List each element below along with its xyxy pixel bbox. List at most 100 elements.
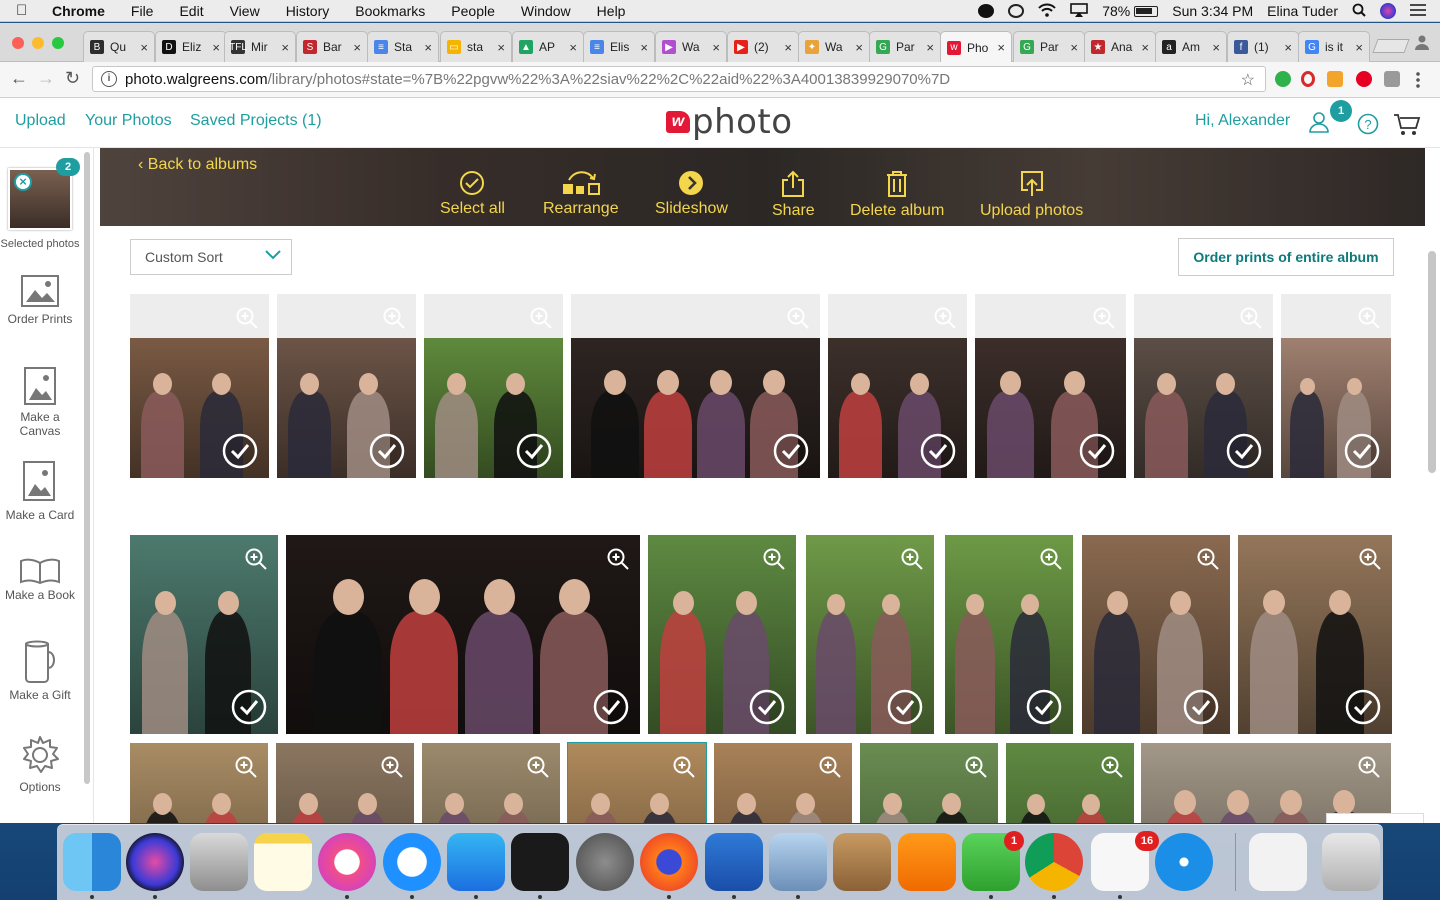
select-check-icon[interactable] xyxy=(919,432,957,470)
photo-tile[interactable] xyxy=(277,294,416,478)
photo-tile[interactable] xyxy=(1238,535,1392,734)
make-canvas-item[interactable]: Make a Canvas xyxy=(0,366,80,438)
browser-tab[interactable]: ≡ Elis × xyxy=(583,31,655,62)
browser-tab[interactable]: w Pho × xyxy=(940,31,1012,63)
rearrange-button[interactable]: Rearrange xyxy=(543,170,619,218)
select-check-icon[interactable] xyxy=(221,432,259,470)
browser-tab[interactable]: ★ Ana × xyxy=(1084,31,1156,62)
select-check-icon[interactable] xyxy=(515,432,553,470)
dock-app-store-icon[interactable] xyxy=(447,833,505,891)
dock-chrome-icon[interactable] xyxy=(1025,833,1083,891)
browser-tab[interactable]: B Qu × xyxy=(83,31,155,62)
photo-tile[interactable] xyxy=(286,535,640,734)
siri-icon[interactable] xyxy=(1380,3,1396,19)
zoom-icon[interactable] xyxy=(606,547,630,571)
browser-tab[interactable]: ▲ AP × xyxy=(512,31,584,62)
select-check-icon[interactable] xyxy=(772,432,810,470)
dock-system-preferences-icon[interactable] xyxy=(576,833,634,891)
photo-tile[interactable] xyxy=(424,294,563,478)
dock-safari-icon[interactable] xyxy=(1155,833,1213,891)
dock-trash-icon[interactable] xyxy=(1322,833,1380,891)
dock-messages-icon[interactable] xyxy=(383,833,441,891)
tab-close-icon[interactable]: × xyxy=(1141,40,1149,55)
browser-tab[interactable]: G Par × xyxy=(1013,31,1085,62)
photo-tile[interactable] xyxy=(1082,535,1230,734)
browser-tab[interactable]: Gis it × xyxy=(1298,31,1370,62)
select-check-icon[interactable] xyxy=(592,688,630,726)
dock-vlc-icon[interactable] xyxy=(898,833,956,891)
zoom-icon[interactable] xyxy=(672,755,696,779)
zoom-icon[interactable] xyxy=(1196,547,1220,571)
opera-extension-icon[interactable] xyxy=(1301,71,1315,87)
photo-tile[interactable] xyxy=(567,742,707,823)
select-check-icon[interactable] xyxy=(1344,688,1382,726)
address-bar[interactable]: i photo.walgreens.com/library/photos#sta… xyxy=(92,66,1266,92)
back-to-albums-link[interactable]: ‹ Back to albums xyxy=(138,156,257,174)
zoom-icon[interactable] xyxy=(1092,306,1116,330)
upload-photos-button[interactable]: Upload photos xyxy=(980,170,1083,220)
select-all-button[interactable]: Select all xyxy=(440,170,505,218)
menu-view[interactable]: View xyxy=(230,3,260,19)
photo-tile[interactable] xyxy=(1134,294,1273,478)
zoom-icon[interactable] xyxy=(526,755,550,779)
menu-people[interactable]: People xyxy=(451,3,495,19)
dock-chrome-window-icon[interactable] xyxy=(1249,833,1307,891)
browser-tab[interactable]: ✦ Wa × xyxy=(798,31,870,62)
chrome-menu-icon[interactable] xyxy=(1416,71,1420,89)
photo-tile[interactable] xyxy=(828,294,967,478)
menu-bookmarks[interactable]: Bookmarks xyxy=(355,3,425,19)
zoom-icon[interactable] xyxy=(762,547,786,571)
photo-tile[interactable] xyxy=(975,294,1126,478)
photo-tile[interactable] xyxy=(945,535,1073,734)
tab-close-icon[interactable]: × xyxy=(212,40,220,55)
notification-drop-icon[interactable] xyxy=(978,4,995,18)
photo-tile[interactable] xyxy=(130,294,269,478)
browser-tab[interactable]: TFL Mir × xyxy=(224,31,296,62)
select-check-icon[interactable] xyxy=(1182,688,1220,726)
order-prints-item[interactable]: Order Prints xyxy=(0,274,80,326)
options-item[interactable]: Options xyxy=(0,734,80,794)
pinterest-icon[interactable] xyxy=(1356,71,1372,87)
extension-green-icon[interactable] xyxy=(1275,71,1291,87)
dock-siri-icon[interactable] xyxy=(126,833,184,891)
account-icon[interactable] xyxy=(1308,111,1330,138)
menu-user-name[interactable]: Elina Tuder xyxy=(1267,3,1338,19)
selected-photos-thumbnail[interactable]: × xyxy=(8,168,72,230)
window-zoom-button[interactable] xyxy=(52,37,64,49)
menu-edit[interactable]: Edit xyxy=(179,3,203,19)
menu-window[interactable]: Window xyxy=(521,3,571,19)
walgreens-photo-logo[interactable]: w photo xyxy=(666,102,793,142)
photo-tile[interactable] xyxy=(130,535,278,734)
make-book-item[interactable]: Make a Book xyxy=(0,558,80,602)
dock-calculator-icon[interactable] xyxy=(190,833,248,891)
dock-word-icon[interactable] xyxy=(705,833,763,891)
window-close-button[interactable] xyxy=(12,37,24,49)
tab-close-icon[interactable]: × xyxy=(784,40,792,55)
zoom-icon[interactable] xyxy=(380,755,404,779)
dock-firefox-icon[interactable] xyxy=(640,833,698,891)
tab-close-icon[interactable]: × xyxy=(1212,40,1220,55)
tab-close-icon[interactable]: × xyxy=(140,40,148,55)
battery-icon[interactable] xyxy=(1134,5,1159,17)
photo-tile[interactable] xyxy=(422,743,560,823)
zoom-icon[interactable] xyxy=(1100,755,1124,779)
time-machine-icon[interactable] xyxy=(1008,4,1025,18)
browser-tab[interactable]: ≡ Sta × xyxy=(367,31,439,62)
tab-close-icon[interactable]: × xyxy=(712,40,720,55)
photo-tile[interactable] xyxy=(1281,294,1391,478)
back-arrow-icon[interactable]: ← xyxy=(10,68,28,89)
menu-app-chrome[interactable]: Chrome xyxy=(52,3,105,19)
zoom-icon[interactable] xyxy=(900,547,924,571)
tab-close-icon[interactable]: × xyxy=(1284,40,1292,55)
dock-contacts-icon[interactable] xyxy=(833,833,891,891)
page-scrollbar[interactable] xyxy=(1428,251,1436,473)
photo-tile[interactable] xyxy=(806,535,934,734)
zoom-icon[interactable] xyxy=(964,755,988,779)
saved-projects-link[interactable]: Saved Projects (1) xyxy=(190,112,322,130)
zoom-icon[interactable] xyxy=(234,755,258,779)
photo-tile[interactable] xyxy=(648,535,796,734)
tab-close-icon[interactable]: × xyxy=(997,40,1005,55)
slideshow-button[interactable]: Slideshow xyxy=(655,170,728,218)
delete-album-button[interactable]: Delete album xyxy=(850,170,944,220)
tab-close-icon[interactable]: × xyxy=(1355,40,1363,55)
